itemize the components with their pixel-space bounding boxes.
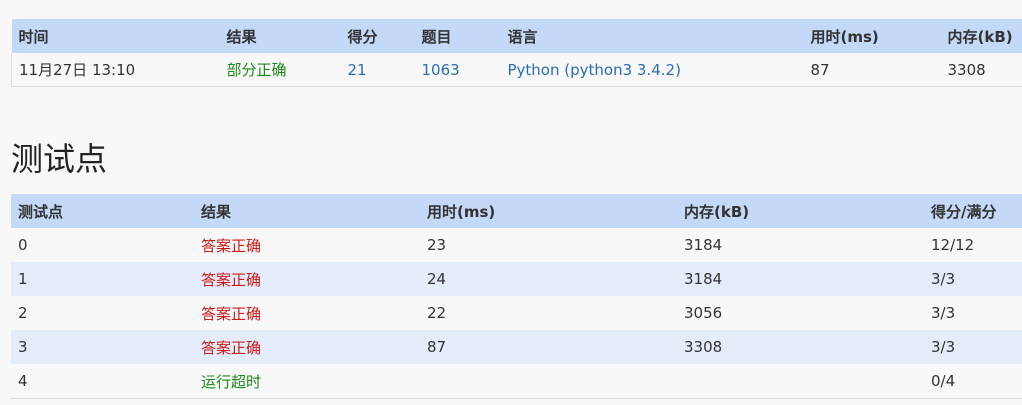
test-points-title: 测试点 xyxy=(11,140,108,178)
header-language: 语言 xyxy=(500,19,804,53)
submission-time-ms: 87 xyxy=(803,53,941,87)
problem-link[interactable]: 1063 xyxy=(414,53,501,87)
header-test-result: 结果 xyxy=(194,194,420,228)
test-score: 3/3 xyxy=(931,338,956,356)
test-score: 12/12 xyxy=(931,236,975,254)
test-id: 4 xyxy=(11,364,194,399)
header-time: 时间 xyxy=(11,19,220,53)
summary-header-row: 时间 结果 得分 题目 语言 用时(ms) 内存(kB) xyxy=(11,19,1022,53)
test-time: 23 xyxy=(427,236,447,254)
test-memory: 3184 xyxy=(684,270,723,288)
submission-result: 部分正确 xyxy=(219,53,341,87)
test-memory: 3184 xyxy=(684,236,723,254)
test-score: 3/3 xyxy=(931,270,956,288)
test-memory xyxy=(677,364,924,399)
header-memory: 内存(kB) xyxy=(940,19,1022,53)
test-id: 0 xyxy=(18,236,28,254)
test-memory: 3308 xyxy=(684,338,723,356)
table-row: 4 运行超时 0/4 xyxy=(11,364,1022,399)
header-test-score: 得分/满分 xyxy=(924,194,1022,228)
test-time: 87 xyxy=(427,338,447,356)
test-result: 答案正确 xyxy=(201,304,262,323)
language-link[interactable]: Python (python3 3.4.2) xyxy=(500,53,804,87)
test-score: 3/3 xyxy=(931,304,956,322)
submission-time: 11月27日 13:10 xyxy=(11,53,220,87)
test-result: 运行超时 xyxy=(194,364,420,399)
header-time-ms: 用时(ms) xyxy=(803,19,941,53)
table-row: 0 答案正确 23 3184 12/12 xyxy=(11,228,1022,262)
test-id: 1 xyxy=(18,270,28,288)
test-time xyxy=(420,364,677,399)
summary-row: 11月27日 13:10 部分正确 21 1063 Python (python… xyxy=(11,53,1022,87)
test-time: 24 xyxy=(427,270,447,288)
header-test-id: 测试点 xyxy=(11,194,194,228)
submission-score-link[interactable]: 21 xyxy=(340,53,415,87)
test-id: 2 xyxy=(18,304,28,322)
header-score: 得分 xyxy=(340,19,415,53)
test-time: 22 xyxy=(427,304,447,322)
test-result: 答案正确 xyxy=(201,270,262,289)
table-row: 1 答案正确 24 3184 3/3 xyxy=(11,262,1022,296)
header-test-time: 用时(ms) xyxy=(420,194,677,228)
table-row: 2 答案正确 22 3056 3/3 xyxy=(11,296,1022,330)
test-score: 0/4 xyxy=(924,364,1022,399)
submission-memory: 3308 xyxy=(940,53,1022,87)
table-row: 3 答案正确 87 3308 3/3 xyxy=(11,330,1022,364)
header-test-memory: 内存(kB) xyxy=(677,194,924,228)
header-problem: 题目 xyxy=(414,19,501,53)
page-content: 时间 结果 得分 题目 语言 用时(ms) 内存(kB) 11月27日 13:1… xyxy=(11,0,1022,399)
test-id: 3 xyxy=(18,338,28,356)
test-result: 答案正确 xyxy=(201,236,262,255)
test-result: 答案正确 xyxy=(201,338,262,357)
tests-header-row: 测试点 结果 用时(ms) 内存(kB) 得分/满分 xyxy=(11,194,1022,228)
test-memory: 3056 xyxy=(684,304,723,322)
submission-summary-table: 时间 结果 得分 题目 语言 用时(ms) 内存(kB) 11月27日 13:1… xyxy=(11,19,1022,87)
header-result: 结果 xyxy=(219,19,341,53)
test-points-table: 测试点 结果 用时(ms) 内存(kB) 得分/满分 0 答案正确 23 318… xyxy=(11,194,1022,399)
